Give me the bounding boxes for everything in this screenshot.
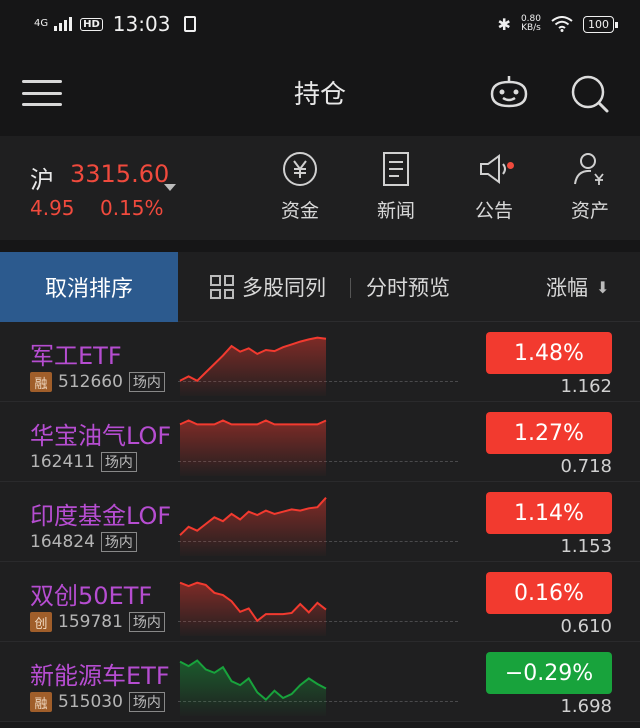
holding-row[interactable]: 双创50ETF 创 159781 场内 0.16% 0.610 [0, 562, 640, 642]
clock: 13:03 [112, 12, 171, 36]
network-speed: 0.80 KB/s [521, 15, 541, 33]
holding-code: 512660 [58, 372, 123, 392]
quick-link-label: 资金 [280, 200, 319, 222]
hd-icon: HD [80, 17, 103, 31]
quick-link-label: 公告 [474, 200, 513, 222]
market-tag: 场内 [100, 532, 137, 552]
holding-row[interactable]: 新能源车ETF 融 515030 场内 −0.29% 1.698 [0, 642, 640, 722]
wifi-icon [551, 16, 573, 32]
top-nav: 持仓 [0, 48, 640, 136]
network-type: 4G [34, 18, 49, 29]
sparkline-chart [179, 581, 327, 636]
holding-code: 162411 [30, 452, 95, 472]
search-icon[interactable] [570, 74, 610, 114]
document-icon [383, 152, 409, 186]
signal-icon [54, 17, 73, 31]
sparkline-area [180, 337, 326, 396]
holding-name: 双创50ETF [30, 582, 153, 610]
notification-dot [507, 162, 514, 169]
index-value: 3315.60 [70, 160, 170, 188]
holding-meta: 融 512660 场内 [30, 372, 165, 392]
status-bar: 4G HD 13:03 ✱ 0.80 KB/s 100 [0, 0, 640, 48]
index-change-pct: 0.15% [100, 196, 164, 220]
change-badge[interactable]: −0.29% [486, 652, 612, 694]
cancel-sort-button[interactable]: 取消排序 [0, 252, 178, 322]
holding-row[interactable]: 印度基金LOF 164824 场内 1.14% 1.153 [0, 482, 640, 562]
index-name: 沪 [30, 166, 54, 194]
battery-icon: 100 [583, 15, 618, 33]
toolbar-separator [350, 278, 351, 298]
speed-unit: KB/s [521, 23, 541, 33]
holding-code: 159781 [58, 612, 123, 632]
section-divider [0, 240, 640, 252]
holding-price: 0.718 [560, 456, 612, 477]
sort-by-change-label: 涨幅 [546, 276, 588, 300]
sort-down-arrow-icon: ⬇ [596, 277, 610, 297]
quick-link-assets[interactable]: 资产 [560, 150, 620, 223]
quick-link-funds[interactable]: 资金 [270, 150, 330, 223]
holding-code: 515030 [58, 692, 123, 712]
holding-price: 1.162 [560, 376, 612, 397]
caret-down-icon[interactable] [164, 184, 176, 191]
quick-link-news[interactable]: 新闻 [366, 150, 426, 223]
holding-name: 军工ETF [30, 342, 122, 370]
chinext-tag: 创 [30, 612, 52, 632]
change-badge[interactable]: 0.16% [486, 572, 612, 614]
market-tag: 场内 [128, 692, 165, 712]
market-tag: 场内 [128, 372, 165, 392]
sparkline-area [180, 582, 326, 636]
holding-price: 1.153 [560, 536, 612, 557]
holding-row[interactable]: 华宝油气LOF 162411 场内 1.27% 0.718 [0, 402, 640, 482]
multi-stock-label: 多股同列 [242, 276, 326, 300]
clipboard-icon [184, 16, 197, 32]
holding-price: 1.698 [560, 696, 612, 717]
holding-meta: 创 159781 场内 [30, 612, 165, 632]
sparkline-area [180, 660, 326, 716]
change-badge[interactable]: 1.14% [486, 492, 612, 534]
market-tag: 场内 [128, 612, 165, 632]
sparkline-chart [179, 419, 327, 476]
change-badge[interactable]: 1.48% [486, 332, 612, 374]
sparkline-chart [179, 497, 327, 556]
quick-link-label: 资产 [570, 200, 609, 222]
sparkline-area [180, 420, 326, 476]
list-toolbar: 取消排序 多股同列 分时预览 涨幅 ⬇ [0, 252, 640, 322]
change-badge[interactable]: 1.27% [486, 412, 612, 454]
margin-tag: 融 [30, 372, 52, 392]
market-tag: 场内 [100, 452, 137, 472]
bluetooth-icon: ✱ [497, 14, 511, 34]
index-change: 4.95 [30, 196, 75, 220]
holding-name: 华宝油气LOF [30, 422, 172, 450]
status-right: ✱ 0.80 KB/s 100 [497, 14, 618, 34]
index-panel[interactable]: 沪 3315.60 4.95 0.15% 资金 新闻 公告 资产 [0, 136, 640, 240]
sparkline-chart [179, 336, 327, 396]
menu-icon[interactable] [22, 80, 62, 106]
quick-link-label: 新闻 [376, 200, 415, 222]
yen-circle-icon [283, 152, 317, 186]
sparkline-chart [179, 659, 327, 716]
grid-icon [210, 275, 234, 299]
holdings-list: 军工ETF 融 512660 场内 1.48% 1.162 华宝油气LOF 16… [0, 322, 640, 722]
sort-by-change-button[interactable]: 涨幅 ⬇ [546, 252, 609, 322]
holding-code: 164824 [30, 532, 95, 552]
holding-meta: 162411 场内 [30, 452, 137, 472]
holding-price: 0.610 [560, 616, 612, 637]
margin-tag: 融 [30, 692, 52, 712]
quick-link-announcements[interactable]: 公告 [464, 150, 524, 223]
status-left: 4G HD 13:03 [34, 12, 197, 36]
page-title: 持仓 [293, 79, 346, 110]
holding-name: 新能源车ETF [30, 662, 170, 690]
person-yen-icon [574, 153, 604, 185]
holding-meta: 164824 场内 [30, 532, 137, 552]
speaker-icon [480, 154, 506, 184]
holding-row[interactable]: 军工ETF 融 512660 场内 1.48% 1.162 [0, 322, 640, 402]
robot-assistant-icon[interactable] [488, 74, 530, 110]
timeshare-preview-button[interactable]: 分时预览 [366, 252, 450, 322]
sparkline-line [179, 419, 327, 426]
multi-stock-button[interactable]: 多股同列 [210, 252, 326, 322]
holding-name: 印度基金LOF [30, 502, 172, 530]
holding-meta: 融 515030 场内 [30, 692, 165, 712]
